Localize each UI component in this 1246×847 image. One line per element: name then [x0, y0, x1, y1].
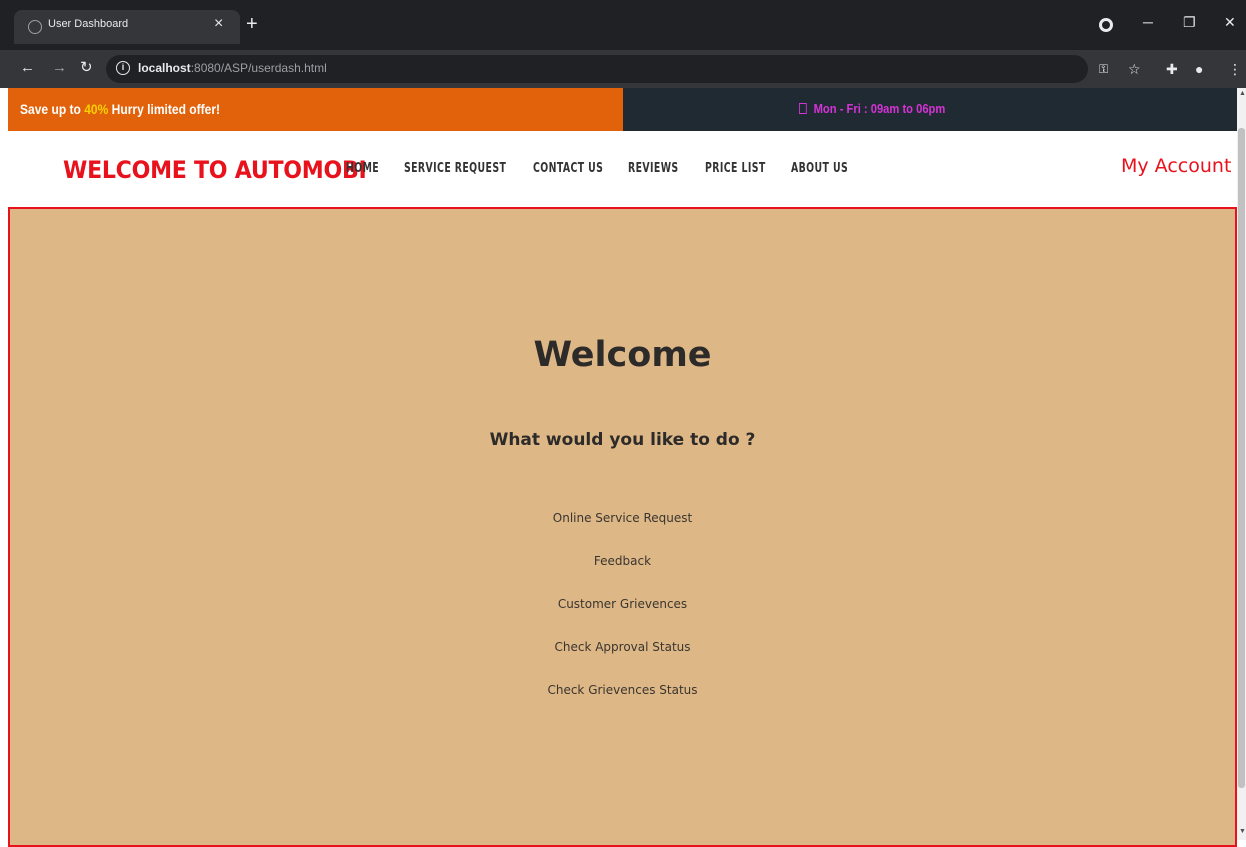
menu-item-customer-grievences: Customer Grievences [10, 596, 1235, 639]
minimize-icon[interactable]: ─ [1143, 12, 1153, 32]
info-icon[interactable]: i [116, 61, 130, 75]
menu-item-check-grievences-status: Check Grievences Status [10, 682, 1235, 725]
restore-icon[interactable]: ❐ [1183, 12, 1196, 32]
phone-icon [799, 103, 807, 114]
page-title: Welcome [533, 335, 712, 375]
top-info-bar: Save up to 40% Hurry limited offer! Mon … [8, 88, 1237, 131]
profile-circle-icon[interactable] [1099, 18, 1113, 32]
close-icon[interactable]: ✕ [1224, 12, 1236, 32]
menu-icon[interactable]: ⋮ [1228, 59, 1242, 79]
page-subtitle: What would you like to do ? [489, 430, 756, 450]
tab-strip: User Dashboard × + ─ ❐ ✕ [0, 0, 1246, 50]
new-tab-icon[interactable]: + [246, 14, 258, 34]
browser-chrome: User Dashboard × + ─ ❐ ✕ ← → ↻ i localho… [0, 0, 1246, 88]
nav-reviews[interactable]: REVIEWS [628, 161, 678, 176]
url-text[interactable]: localhost:8080/ASP/userdash.html [138, 61, 327, 75]
action-menu: Online Service Request Feedback Customer… [10, 510, 1235, 725]
menu-item-check-approval-status: Check Approval Status [10, 639, 1235, 682]
check-grievences-status-link[interactable]: Check Grievences Status [547, 683, 697, 697]
hours-banner: Mon - Fri : 09am to 06pm [623, 88, 1237, 131]
forward-icon[interactable]: → [52, 58, 67, 78]
nav-contact-us[interactable]: CONTACT US [533, 161, 603, 176]
nav-links: HOME SERVICE REQUEST CONTACT US REVIEWS … [346, 161, 875, 176]
nav-home[interactable]: HOME [346, 161, 379, 176]
key-icon[interactable]: ⚿ [1099, 59, 1108, 79]
scroll-thumb[interactable] [1238, 128, 1245, 788]
dashboard-panel: Welcome What would you like to do ? Onli… [8, 207, 1237, 847]
address-bar[interactable]: i localhost:8080/ASP/userdash.html [106, 55, 1088, 83]
browser-toolbar: ← → ↻ i localhost:8080/ASP/userdash.html… [0, 50, 1246, 88]
extensions-icon[interactable]: ✚ [1166, 59, 1178, 79]
nav-price-list[interactable]: PRICE LIST [705, 161, 765, 176]
tab-close-icon[interactable]: × [214, 14, 223, 34]
nav-service-request[interactable]: SERVICE REQUEST [404, 161, 506, 176]
brand-title[interactable]: WELCOME TO AUTOMOBI [63, 156, 367, 184]
feedback-link[interactable]: Feedback [594, 554, 651, 568]
my-account-link[interactable]: My Account [1121, 155, 1231, 177]
offer-text: Save up to 40% Hurry limited offer! [20, 101, 221, 117]
page-scrollbar[interactable]: ▲ ▼ [1237, 88, 1246, 840]
browser-tab[interactable]: User Dashboard × [14, 10, 240, 44]
nav-about-us[interactable]: ABOUT US [791, 161, 848, 176]
star-icon[interactable]: ☆ [1128, 59, 1141, 79]
site-navbar: WELCOME TO AUTOMOBI HOME SERVICE REQUEST… [8, 131, 1237, 207]
scroll-down-icon[interactable]: ▼ [1239, 828, 1246, 836]
reload-icon[interactable]: ↻ [80, 58, 93, 78]
menu-item-online-service-request: Online Service Request [10, 510, 1235, 553]
menu-item-feedback: Feedback [10, 553, 1235, 596]
back-icon[interactable]: ← [20, 58, 35, 78]
online-service-request-link[interactable]: Online Service Request [553, 511, 692, 525]
globe-icon [28, 20, 42, 34]
scroll-up-icon[interactable]: ▲ [1239, 90, 1246, 98]
tab-title: User Dashboard [48, 18, 129, 30]
customer-grievences-link[interactable]: Customer Grievences [558, 597, 687, 611]
offer-banner: Save up to 40% Hurry limited offer! [8, 88, 623, 131]
profile-icon[interactable]: ● [1195, 59, 1203, 79]
check-approval-status-link[interactable]: Check Approval Status [554, 640, 690, 654]
hours-text: Mon - Fri : 09am to 06pm [799, 101, 945, 116]
